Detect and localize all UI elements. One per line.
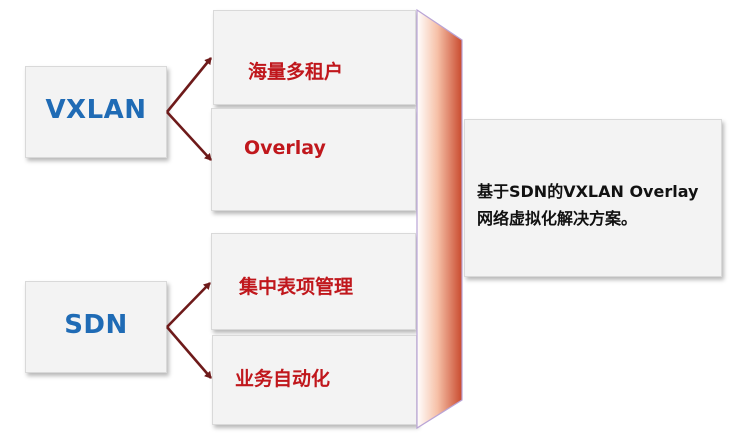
arrow-vxlan-to-overlay	[166, 111, 212, 161]
arrow-sdn-to-automation	[166, 326, 212, 379]
gradient-panel	[416, 8, 463, 430]
connector-layer	[165, 8, 463, 430]
arrow-sdn-to-centralized-table	[166, 282, 211, 328]
arrow-vxlan-to-multi-tenant	[165, 57, 213, 113]
